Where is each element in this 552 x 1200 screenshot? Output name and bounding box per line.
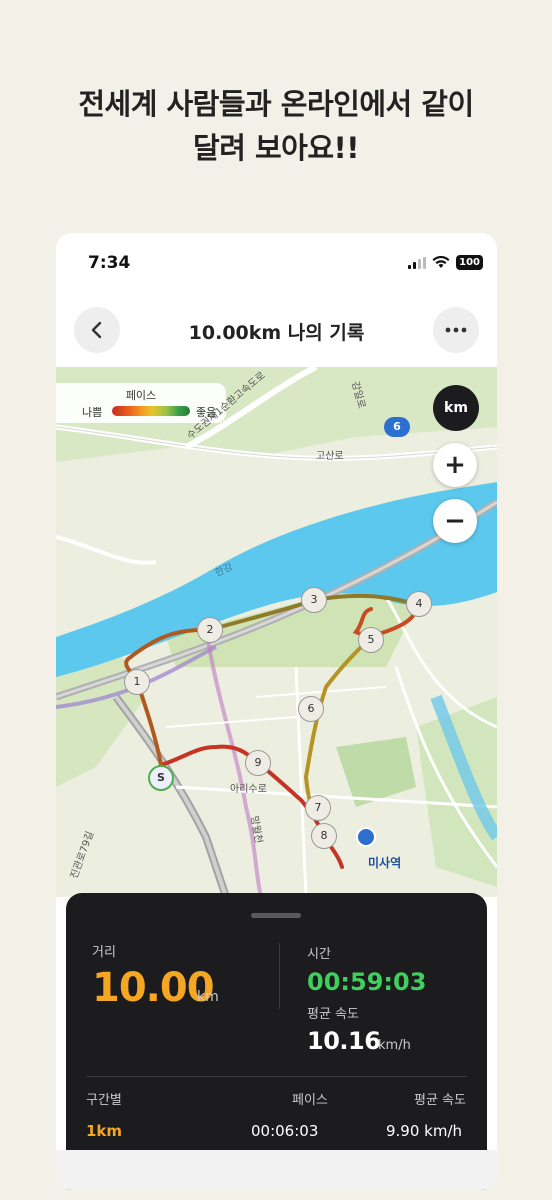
split-row-pace: 00:06:03 bbox=[251, 1122, 319, 1140]
bottom-bar bbox=[56, 1150, 497, 1190]
split-marker[interactable]: 2 bbox=[197, 617, 223, 643]
split-marker[interactable]: 9 bbox=[245, 750, 271, 776]
signal-icon bbox=[408, 256, 427, 269]
vertical-divider bbox=[279, 943, 280, 1009]
highway-6-shield: 6 bbox=[384, 417, 410, 437]
zoom-out-button[interactable]: − bbox=[433, 499, 477, 543]
headline-line-2: 달려 보아요!! bbox=[193, 131, 359, 165]
more-button[interactable] bbox=[433, 307, 479, 353]
road-label-arisu: 아리수로 bbox=[230, 784, 267, 795]
splits-header-speed: 평균 속도 bbox=[414, 1093, 466, 1108]
distance-value: 10.00 bbox=[92, 965, 215, 1011]
battery-icon: 100 bbox=[456, 255, 483, 270]
headline: 전세계 사람들과 온라인에서 같이 달려 보아요!! bbox=[0, 82, 552, 170]
status-bar: 7:34 100 bbox=[56, 233, 497, 293]
route-map[interactable]: 페이스 나쁨 좋음 km + − 한강 고산로 아리수로 망월천 수도권제1순환… bbox=[56, 367, 497, 897]
avg-speed-value: 10.16 bbox=[307, 1027, 381, 1055]
ellipsis-icon bbox=[445, 327, 467, 333]
wifi-icon bbox=[432, 256, 450, 268]
drag-handle[interactable] bbox=[251, 913, 301, 918]
headline-line-1: 전세계 사람들과 온라인에서 같이 bbox=[78, 87, 474, 121]
nav-bar: 10.00km 나의 기록 bbox=[56, 293, 497, 367]
split-marker[interactable]: 8 bbox=[311, 823, 337, 849]
page-title: 10.00km 나의 기록 bbox=[188, 322, 365, 344]
phone-screen: 7:34 100 10.00km 나의 기록 페이스 나쁨 좋음 km + − … bbox=[56, 233, 497, 1190]
road-label-gosan: 고산로 bbox=[316, 451, 344, 462]
horizontal-divider bbox=[86, 1076, 467, 1077]
split-marker[interactable]: 6 bbox=[298, 696, 324, 722]
splits-header-segment: 구간별 bbox=[86, 1093, 122, 1108]
time-value: 00:59:03 bbox=[307, 968, 427, 996]
subway-station-icon bbox=[356, 827, 376, 847]
map-canvas bbox=[56, 367, 497, 897]
summary-card: 거리 10.00 km 시간 00:59:03 평균 속도 10.16 km/h… bbox=[66, 893, 487, 1190]
split-marker[interactable]: 1 bbox=[124, 669, 150, 695]
split-marker[interactable]: 5 bbox=[358, 627, 384, 653]
status-time: 7:34 bbox=[88, 253, 131, 273]
time-label: 시간 bbox=[307, 947, 331, 962]
zoom-in-button[interactable]: + bbox=[433, 443, 477, 487]
legend-title: 페이스 bbox=[125, 389, 157, 402]
distance-label: 거리 bbox=[92, 945, 116, 960]
start-marker[interactable]: S bbox=[148, 765, 174, 791]
split-marker[interactable]: 4 bbox=[406, 591, 432, 617]
avg-speed-unit: km/h bbox=[378, 1038, 411, 1053]
legend-bad-label: 나쁨 bbox=[82, 406, 103, 419]
split-row-segment: 1km bbox=[86, 1122, 123, 1140]
station-label: 미사역 bbox=[368, 856, 402, 870]
split-row-speed: 9.90 km/h bbox=[386, 1122, 463, 1140]
legend-gradient-bar bbox=[112, 406, 190, 416]
unit-toggle-button[interactable]: km bbox=[433, 385, 479, 431]
distance-unit: km bbox=[197, 989, 219, 1005]
avg-speed-label: 평균 속도 bbox=[307, 1007, 359, 1022]
splits-header-pace: 페이스 bbox=[292, 1093, 328, 1108]
split-marker[interactable]: 7 bbox=[305, 795, 331, 821]
status-icons: 100 bbox=[408, 255, 483, 270]
split-marker[interactable]: 3 bbox=[301, 587, 327, 613]
